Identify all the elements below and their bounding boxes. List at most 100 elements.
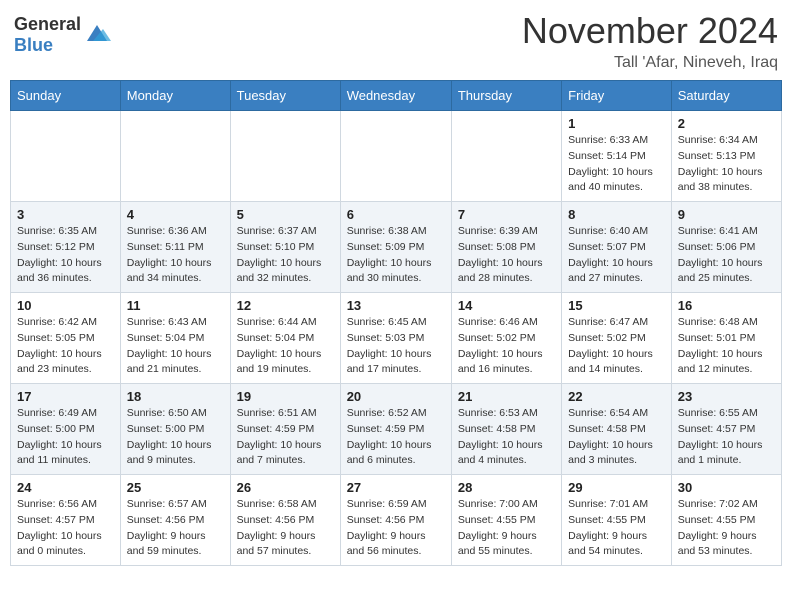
day-number: 1 <box>568 116 665 131</box>
calendar-week-3: 10Sunrise: 6:42 AMSunset: 5:05 PMDayligh… <box>11 293 782 384</box>
day-info: Sunrise: 6:55 AMSunset: 4:57 PMDaylight:… <box>678 406 775 469</box>
day-info-line: Sunrise: 6:37 AM <box>237 225 317 237</box>
day-number: 20 <box>347 389 445 404</box>
day-info: Sunrise: 6:38 AMSunset: 5:09 PMDaylight:… <box>347 224 445 287</box>
calendar-cell: 10Sunrise: 6:42 AMSunset: 5:05 PMDayligh… <box>11 293 121 384</box>
day-info-line: Sunset: 5:02 PM <box>568 332 646 344</box>
day-info-line: Sunset: 4:56 PM <box>347 514 425 526</box>
day-info-line: Daylight: 10 hours and 1 minute. <box>678 439 763 467</box>
day-info-line: Sunset: 4:56 PM <box>237 514 315 526</box>
day-number: 11 <box>127 298 224 313</box>
day-info-line: Sunset: 4:57 PM <box>17 514 95 526</box>
weekday-wednesday: Wednesday <box>340 81 451 111</box>
calendar-cell: 5Sunrise: 6:37 AMSunset: 5:10 PMDaylight… <box>230 202 340 293</box>
day-info-line: Sunrise: 6:48 AM <box>678 316 758 328</box>
day-number: 19 <box>237 389 334 404</box>
day-info: Sunrise: 6:52 AMSunset: 4:59 PMDaylight:… <box>347 406 445 469</box>
day-info-line: Sunrise: 6:40 AM <box>568 225 648 237</box>
day-info: Sunrise: 6:43 AMSunset: 5:04 PMDaylight:… <box>127 315 224 378</box>
day-info: Sunrise: 6:46 AMSunset: 5:02 PMDaylight:… <box>458 315 555 378</box>
day-info: Sunrise: 7:02 AMSunset: 4:55 PMDaylight:… <box>678 497 775 560</box>
day-info-line: Sunrise: 7:01 AM <box>568 498 648 510</box>
calendar-table: SundayMondayTuesdayWednesdayThursdayFrid… <box>10 80 782 566</box>
calendar-cell: 18Sunrise: 6:50 AMSunset: 5:00 PMDayligh… <box>120 384 230 475</box>
weekday-sunday: Sunday <box>11 81 121 111</box>
calendar-cell: 16Sunrise: 6:48 AMSunset: 5:01 PMDayligh… <box>671 293 781 384</box>
day-info: Sunrise: 7:01 AMSunset: 4:55 PMDaylight:… <box>568 497 665 560</box>
day-info-line: Daylight: 10 hours and 3 minutes. <box>568 439 653 467</box>
day-number: 6 <box>347 207 445 222</box>
day-info-line: Daylight: 10 hours and 16 minutes. <box>458 348 543 376</box>
day-number: 4 <box>127 207 224 222</box>
calendar-cell: 21Sunrise: 6:53 AMSunset: 4:58 PMDayligh… <box>451 384 561 475</box>
day-info-line: Sunrise: 6:59 AM <box>347 498 427 510</box>
day-info-line: Sunset: 5:01 PM <box>678 332 756 344</box>
day-info-line: Sunrise: 6:45 AM <box>347 316 427 328</box>
day-info-line: Daylight: 9 hours and 53 minutes. <box>678 530 757 558</box>
day-info-line: Sunrise: 6:34 AM <box>678 134 758 146</box>
calendar-cell: 15Sunrise: 6:47 AMSunset: 5:02 PMDayligh… <box>562 293 672 384</box>
day-info-line: Sunrise: 6:54 AM <box>568 407 648 419</box>
day-info: Sunrise: 6:39 AMSunset: 5:08 PMDaylight:… <box>458 224 555 287</box>
calendar-cell: 28Sunrise: 7:00 AMSunset: 4:55 PMDayligh… <box>451 475 561 566</box>
day-number: 2 <box>678 116 775 131</box>
day-info-line: Sunset: 5:08 PM <box>458 241 536 253</box>
day-info-line: Sunset: 5:04 PM <box>237 332 315 344</box>
day-number: 27 <box>347 480 445 495</box>
day-info-line: Daylight: 9 hours and 55 minutes. <box>458 530 537 558</box>
day-info-line: Sunrise: 6:41 AM <box>678 225 758 237</box>
day-info-line: Sunset: 5:14 PM <box>568 150 646 162</box>
calendar-cell: 12Sunrise: 6:44 AMSunset: 5:04 PMDayligh… <box>230 293 340 384</box>
day-info: Sunrise: 6:41 AMSunset: 5:06 PMDaylight:… <box>678 224 775 287</box>
day-info: Sunrise: 6:36 AMSunset: 5:11 PMDaylight:… <box>127 224 224 287</box>
day-number: 3 <box>17 207 114 222</box>
day-info-line: Sunrise: 6:46 AM <box>458 316 538 328</box>
day-info-line: Sunset: 5:04 PM <box>127 332 205 344</box>
day-info-line: Sunset: 4:58 PM <box>458 423 536 435</box>
calendar-cell <box>120 111 230 202</box>
day-info-line: Daylight: 10 hours and 34 minutes. <box>127 257 212 285</box>
day-info: Sunrise: 6:37 AMSunset: 5:10 PMDaylight:… <box>237 224 334 287</box>
day-number: 30 <box>678 480 775 495</box>
weekday-thursday: Thursday <box>451 81 561 111</box>
calendar-cell <box>230 111 340 202</box>
day-number: 9 <box>678 207 775 222</box>
calendar-cell: 7Sunrise: 6:39 AMSunset: 5:08 PMDaylight… <box>451 202 561 293</box>
day-number: 8 <box>568 207 665 222</box>
day-info: Sunrise: 6:49 AMSunset: 5:00 PMDaylight:… <box>17 406 114 469</box>
day-info-line: Daylight: 10 hours and 6 minutes. <box>347 439 432 467</box>
day-number: 17 <box>17 389 114 404</box>
calendar-cell: 26Sunrise: 6:58 AMSunset: 4:56 PMDayligh… <box>230 475 340 566</box>
day-info-line: Sunset: 5:05 PM <box>17 332 95 344</box>
day-info-line: Daylight: 10 hours and 30 minutes. <box>347 257 432 285</box>
day-info: Sunrise: 6:53 AMSunset: 4:58 PMDaylight:… <box>458 406 555 469</box>
day-info-line: Sunset: 4:55 PM <box>458 514 536 526</box>
day-info-line: Sunrise: 6:42 AM <box>17 316 97 328</box>
page-header: General Blue November 2024 Tall 'Afar, N… <box>10 10 782 72</box>
day-number: 24 <box>17 480 114 495</box>
calendar-cell: 30 Sunrise: 7:02 AMSunset: 4:55 PMDayligh… <box>671 475 781 566</box>
day-info-line: Daylight: 9 hours and 57 minutes. <box>237 530 316 558</box>
day-info-line: Daylight: 9 hours and 59 minutes. <box>127 530 206 558</box>
day-number: 15 <box>568 298 665 313</box>
weekday-header-row: SundayMondayTuesdayWednesdayThursdayFrid… <box>11 81 782 111</box>
day-info-line: Sunrise: 6:47 AM <box>568 316 648 328</box>
day-info: Sunrise: 7:00 AMSunset: 4:55 PMDaylight:… <box>458 497 555 560</box>
day-info-line: Sunset: 5:06 PM <box>678 241 756 253</box>
day-info-line: Sunrise: 6:52 AM <box>347 407 427 419</box>
day-info-line: Daylight: 10 hours and 28 minutes. <box>458 257 543 285</box>
day-info-line: Sunrise: 6:50 AM <box>127 407 207 419</box>
weekday-saturday: Saturday <box>671 81 781 111</box>
day-info-line: Sunset: 5:07 PM <box>568 241 646 253</box>
day-info: Sunrise: 6:54 AMSunset: 4:58 PMDaylight:… <box>568 406 665 469</box>
calendar-cell <box>11 111 121 202</box>
day-info: Sunrise: 6:33 AMSunset: 5:14 PMDaylight:… <box>568 133 665 196</box>
day-info-line: Sunrise: 6:33 AM <box>568 134 648 146</box>
day-number: 26 <box>237 480 334 495</box>
day-info-line: Daylight: 10 hours and 11 minutes. <box>17 439 102 467</box>
calendar-body: 1 Sunrise: 6:33 AM Sunset: 5:14 PM Daylight… <box>11 111 782 566</box>
day-info-line: Sunset: 5:03 PM <box>347 332 425 344</box>
day-info-line: Sunrise: 6:56 AM <box>17 498 97 510</box>
logo: General Blue <box>14 14 111 56</box>
day-info: Sunrise: 6:47 AMSunset: 5:02 PMDaylight:… <box>568 315 665 378</box>
